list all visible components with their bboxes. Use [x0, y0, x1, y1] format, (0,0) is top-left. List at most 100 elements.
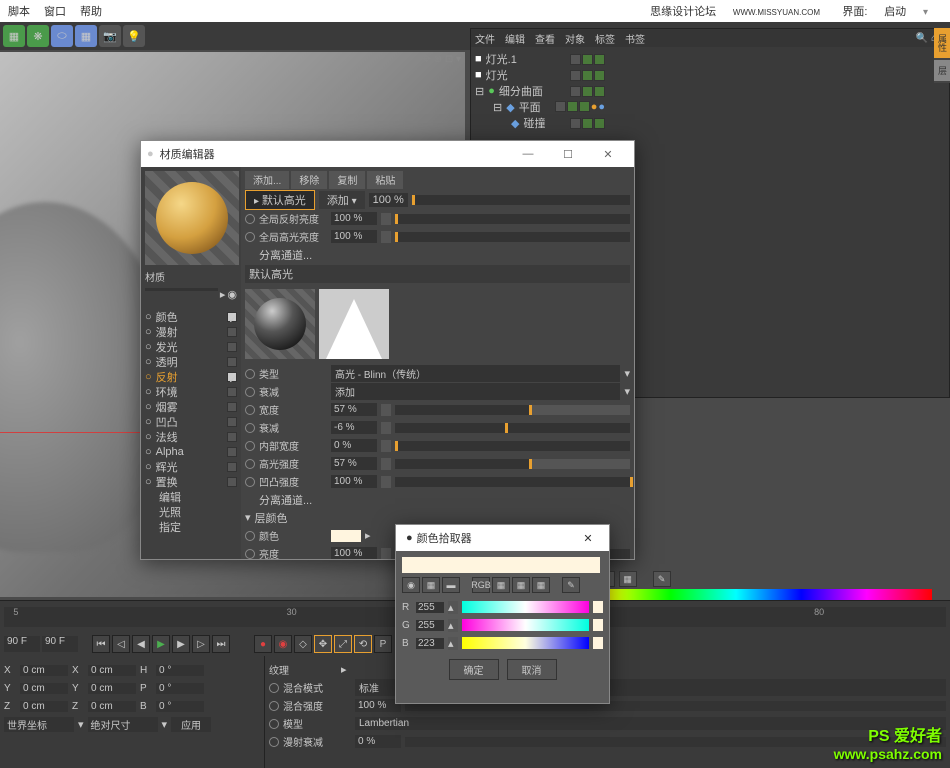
subtab-default-spec[interactable]: ▸ 默认高光 — [245, 190, 315, 210]
material-name[interactable]: 材质 — [145, 269, 237, 284]
record-button[interactable]: ● — [254, 635, 272, 653]
square-icon[interactable]: ▦ — [422, 577, 440, 593]
object-tree[interactable]: ■ 灯光.1 ■ 灯光 ⊟ ● 细分曲面 ⊟ ◆ 平面 ●● ◆ 碰撞 — [471, 47, 949, 135]
subtab-add[interactable]: 添加 ▾ — [319, 191, 365, 209]
arrow-icon[interactable]: ▸ — [220, 288, 226, 301]
obj-tab-view[interactable]: 查看 — [535, 31, 555, 46]
tab-copy[interactable]: 复制 — [329, 171, 365, 189]
prop-sep2[interactable]: 分离通道... — [245, 491, 630, 508]
spline-icon[interactable]: ⬭ — [51, 25, 73, 47]
apply-button[interactable]: 应用 — [171, 717, 211, 732]
coord-mode[interactable]: 世界坐标 — [4, 717, 74, 732]
goto-end-button[interactable]: ⏭ — [212, 635, 230, 653]
light-icon[interactable]: 💡 — [123, 25, 145, 47]
key-rot-button[interactable]: ⟲ — [354, 635, 372, 653]
key-pos-button[interactable]: ✥ — [314, 635, 332, 653]
layer-thumb-sphere[interactable] — [245, 289, 315, 359]
frame-start[interactable]: 90 F — [4, 636, 40, 652]
channel-alpha[interactable]: ○Alpha — [145, 444, 237, 459]
color-swatch[interactable] — [331, 530, 361, 542]
mode-icon[interactable]: ▦ — [492, 577, 510, 593]
primitive-icon[interactable]: ❋ — [27, 25, 49, 47]
prop-sep-channel[interactable]: 分离通道... — [245, 246, 630, 263]
color-picker-titlebar[interactable]: ● 颜色拾取器 ✕ — [396, 525, 609, 551]
camera-icon[interactable]: 📷 — [99, 25, 121, 47]
channel-assign[interactable]: 指定 — [145, 519, 237, 534]
wheel-icon[interactable]: ◉ — [402, 577, 420, 593]
autokey-button[interactable]: ◉ — [274, 635, 292, 653]
channel-luminance[interactable]: ○发光 — [145, 339, 237, 354]
window-titlebar[interactable]: ● 材质编辑器 ― ☐ ✕ — [141, 141, 634, 167]
viewport-controls[interactable]: ✥ ⊕ ⊡ ▾ — [423, 54, 462, 65]
next-frame-button[interactable]: ▶ — [172, 635, 190, 653]
menu-script[interactable]: 脚本 — [8, 3, 30, 19]
tab-remove[interactable]: 移除 — [291, 171, 327, 189]
obj-tab-bookmark[interactable]: 书签 — [625, 31, 645, 46]
channel-fog[interactable]: ○烟雾 — [145, 399, 237, 414]
mode-icon[interactable]: ▦ — [532, 577, 550, 593]
target-icon[interactable]: ◉ — [227, 288, 237, 301]
side-tabs: 属性 层 — [934, 28, 950, 83]
ok-button[interactable]: 确定 — [449, 659, 499, 680]
channel-edit[interactable]: 编辑 — [145, 489, 237, 504]
coordinates-panel: X0 cm X0 cm H0 ° Y0 cm Y0 cm P0 ° Z0 cm … — [0, 656, 265, 768]
tree-item-light1: ■ 灯光.1 — [475, 51, 945, 67]
channel-bump[interactable]: ○凹凸 — [145, 414, 237, 429]
channel-glow[interactable]: ○辉光 — [145, 459, 237, 474]
color-picker-title: 颜色拾取器 — [417, 530, 472, 546]
close-button[interactable]: ✕ — [573, 532, 603, 545]
material-preview[interactable] — [145, 171, 239, 265]
key-scale-button[interactable]: ⤢ — [334, 635, 352, 653]
layer-pct[interactable]: 100 % — [369, 193, 408, 207]
side-tab-2[interactable]: 层 — [934, 60, 950, 81]
channel-diffuse[interactable]: ○漫射 — [145, 324, 237, 339]
grid-icon[interactable]: ▦ — [75, 25, 97, 47]
obj-tab-edit[interactable]: 编辑 — [505, 31, 525, 46]
prev-frame-button[interactable]: ◀ — [132, 635, 150, 653]
cube-icon[interactable]: ▦ — [3, 25, 25, 47]
menu-help[interactable]: 帮助 — [80, 3, 102, 19]
frame-current[interactable]: 90 F — [42, 636, 78, 652]
channel-illum[interactable]: 光照 — [145, 504, 237, 519]
key-button[interactable]: ◇ — [294, 635, 312, 653]
channel-normal[interactable]: ○法线 — [145, 429, 237, 444]
obj-tab-object[interactable]: 对象 — [565, 31, 585, 46]
maximize-button[interactable]: ☐ — [548, 148, 588, 161]
tab-paste[interactable]: 粘贴 — [367, 171, 403, 189]
red-value[interactable]: 255 — [416, 602, 444, 613]
section-default-spec[interactable]: 默认高光 — [245, 265, 630, 283]
channel-color[interactable]: ○颜色✓ — [145, 309, 237, 324]
obj-tab-file[interactable]: 文件 — [475, 31, 495, 46]
cancel-button[interactable]: 取消 — [507, 659, 557, 680]
play-button[interactable]: ▶ — [152, 635, 170, 653]
scale-mode[interactable]: 绝对尺寸 — [88, 717, 158, 732]
next-key-button[interactable]: ▷ — [192, 635, 210, 653]
tab-add[interactable]: 添加... — [245, 171, 289, 189]
color-swatch-large[interactable] — [402, 557, 600, 573]
key-param-button[interactable]: P — [374, 635, 392, 653]
material-channels-panel: 材质 ▸◉ ○颜色✓ ○漫射 ○发光 ○透明 ○反射✓ ○环境 ○烟雾 ○凹凸 … — [141, 167, 241, 559]
green-value[interactable]: 255 — [416, 620, 444, 631]
tree-item-sds: ⊟ ● 细分曲面 — [475, 83, 945, 99]
minimize-button[interactable]: ― — [508, 148, 548, 161]
red-slider: R 255 ▴ — [402, 599, 603, 615]
channel-displacement[interactable]: ○置换 — [145, 474, 237, 489]
layer-thumb-curve[interactable] — [319, 289, 389, 359]
side-tab-1[interactable]: 属性 — [934, 28, 950, 58]
channel-reflectance[interactable]: ○反射✓ — [145, 369, 237, 384]
rgb-mode[interactable]: RGB — [472, 577, 490, 593]
eyedropper-icon[interactable]: ✎ — [562, 577, 580, 593]
channel-environment[interactable]: ○环境 — [145, 384, 237, 399]
obj-tab-tags[interactable]: 标签 — [595, 31, 615, 46]
close-button[interactable]: ✕ — [588, 148, 628, 161]
prev-key-button[interactable]: ◁ — [112, 635, 130, 653]
blue-value[interactable]: 223 — [416, 638, 444, 649]
goto-start-button[interactable]: ⏮ — [92, 635, 110, 653]
mode-icon[interactable]: ▦ — [512, 577, 530, 593]
menu-window[interactable]: 窗口 — [44, 3, 66, 19]
channel-list: ○颜色✓ ○漫射 ○发光 ○透明 ○反射✓ ○环境 ○烟雾 ○凹凸 ○法线 ○A… — [145, 309, 237, 534]
expand-icon[interactable]: ⊟ — [475, 85, 484, 98]
spectrum-icon[interactable]: ▬ — [442, 577, 460, 593]
channel-transparency[interactable]: ○透明 — [145, 354, 237, 369]
expand-icon[interactable]: ⊟ — [493, 101, 502, 114]
